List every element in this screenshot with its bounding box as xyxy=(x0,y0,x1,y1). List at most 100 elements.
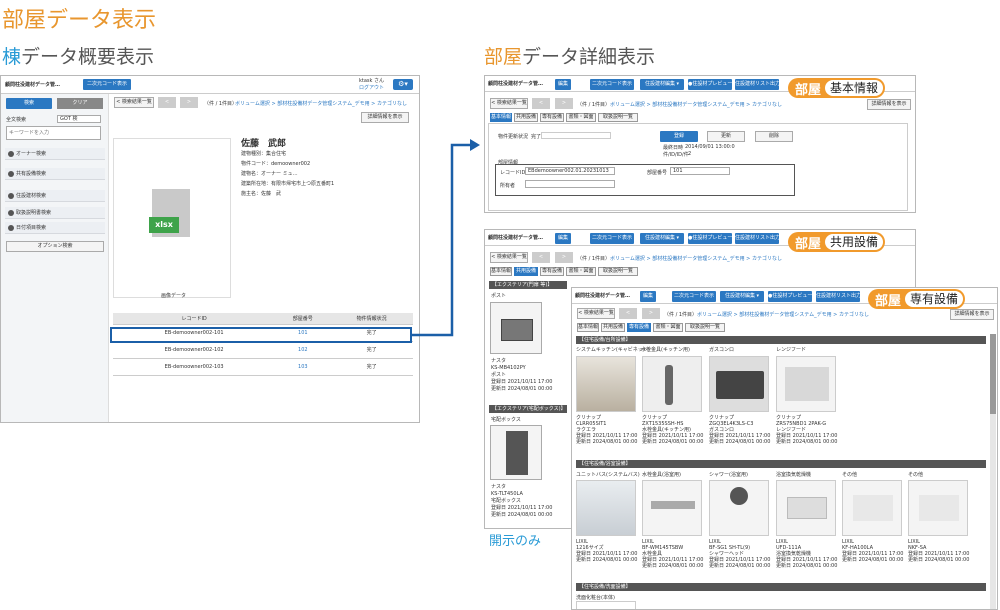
edit-button[interactable]: 編集 xyxy=(640,291,656,302)
back-to-list-button[interactable]: < 検索結果一覧 xyxy=(577,308,615,319)
table-row[interactable]: EB-demoowner002-102 102 完了 xyxy=(113,341,413,359)
detail-info-button[interactable]: 詳細情報を表示 xyxy=(361,112,409,123)
next-button[interactable]: > xyxy=(555,98,573,109)
delete-button[interactable]: 削除 xyxy=(755,131,793,142)
building-prefix: 棟 xyxy=(2,46,22,68)
sidebar-item-building-material[interactable]: 住設建材検索 xyxy=(5,190,105,202)
material-preview-button[interactable]: ●住設材プレビュー xyxy=(688,79,732,90)
tab-documents[interactable]: 書類・図面 xyxy=(653,323,683,332)
unit-bath-image[interactable] xyxy=(576,480,636,536)
qr-code-button[interactable]: 二次元コード表示 xyxy=(83,79,131,90)
edit-button[interactable]: 編集 xyxy=(555,79,571,90)
material-list-export-button[interactable]: 住設建材リスト出力 xyxy=(735,233,780,244)
breadcrumb[interactable]: ボリューム選択 > 部材柱設備材データ管理システム_デモ用 > カテゴリなし xyxy=(697,311,869,318)
scrollbar[interactable] xyxy=(990,334,996,609)
qr-code-button[interactable]: 二次元コード表示 xyxy=(590,233,634,244)
next-button[interactable]: > xyxy=(642,308,660,319)
sidebar-item-shared-equipment[interactable]: 共有設備検索 xyxy=(5,168,105,180)
detail-info-button[interactable]: 詳細情報を表示 xyxy=(950,309,994,320)
search-button[interactable]: 検索 xyxy=(6,98,52,109)
tab-shared-equipment[interactable]: 共用設備 xyxy=(514,113,538,122)
material-edit-button[interactable]: 住設建材編集 ▾ xyxy=(640,79,684,90)
room-number-field[interactable]: 101 xyxy=(670,167,730,175)
logout-link[interactable]: ログアウト xyxy=(359,84,384,91)
sidebar-item-owner-search[interactable]: オーナー検索 xyxy=(5,148,105,160)
prev-button[interactable]: < xyxy=(532,98,550,109)
sidebar-item-date[interactable]: 日付項目検索 xyxy=(5,222,105,234)
tab-private-equipment[interactable]: 専有設備 xyxy=(540,267,564,276)
delivery-box-image[interactable] xyxy=(490,425,542,480)
status: 完了 xyxy=(330,341,413,359)
breadcrumb[interactable]: ボリューム選択 > 部材柱設備材データ管理システム_デモ用 > カテゴリなし xyxy=(610,255,782,262)
sidebar-item-label: 共有設備検索 xyxy=(16,171,47,177)
record-id-field[interactable]: EBdemoowner002.01.20231013 xyxy=(525,167,615,175)
update-button[interactable]: 更新 xyxy=(707,131,745,142)
faucet-icon xyxy=(651,501,695,509)
prev-button[interactable]: < xyxy=(158,97,176,108)
tab-manuals[interactable]: 取扱説明一覧 xyxy=(598,113,638,122)
clear-button[interactable]: クリア xyxy=(57,98,103,109)
tab-manuals[interactable]: 取扱説明一覧 xyxy=(598,267,638,276)
tab-basic-info[interactable]: 基本情報 xyxy=(577,323,599,332)
bath-faucet-image[interactable] xyxy=(642,480,702,536)
breadcrumb[interactable]: ボリューム選択 > 部材柱設備材データ管理システム_デモ用 > カテゴリなし xyxy=(610,101,782,108)
gear-icon[interactable]: ⚙▾ xyxy=(393,79,413,90)
next-button[interactable]: > xyxy=(180,97,198,108)
other-image[interactable] xyxy=(842,480,902,536)
tab-private-equipment[interactable]: 専有設備 xyxy=(540,113,564,122)
material-list-export-button[interactable]: 住設建材リスト出力 xyxy=(816,291,861,302)
tab-documents[interactable]: 書類・図面 xyxy=(566,113,596,122)
mailbox-image[interactable] xyxy=(490,302,542,354)
detail-info-button[interactable]: 詳細情報を表示 xyxy=(867,99,911,110)
owner-label: 所有者 xyxy=(500,183,516,189)
keyword-input[interactable] xyxy=(6,126,101,140)
sidebar-item-manual[interactable]: 取扱説明書検索 xyxy=(5,207,105,219)
item-caption: ナスタ KS-TLT450LA 宅配ボックス 登録日 2021/10/11 17:00… xyxy=(491,484,553,518)
kitchen-col-label: ガスコンロ xyxy=(709,347,735,353)
kitchen-col-label: システムキッチン(キャビネット) xyxy=(576,347,650,353)
plus-icon xyxy=(8,151,14,157)
tab-shared-equipment[interactable]: 共用設備 xyxy=(514,267,538,276)
kitchen-image[interactable] xyxy=(576,356,636,412)
status-field[interactable] xyxy=(541,132,611,139)
tab-private-equipment[interactable]: 専有設備 xyxy=(627,323,651,332)
bath-dryer-image[interactable] xyxy=(776,480,836,536)
tab-basic-info[interactable]: 基本情報 xyxy=(490,267,512,276)
sidebar-item-label: オーナー検索 xyxy=(16,151,47,157)
shower-image[interactable] xyxy=(709,480,769,536)
wash-image[interactable] xyxy=(576,601,636,609)
room-number-link[interactable]: 103 xyxy=(275,358,331,376)
room-number-link[interactable]: 102 xyxy=(275,341,331,359)
tab-documents[interactable]: 書類・図面 xyxy=(566,267,596,276)
owner-field[interactable] xyxy=(525,180,615,188)
material-edit-button[interactable]: 住設建材編集 ▾ xyxy=(640,233,684,244)
search-target-select[interactable]: GOT 検 xyxy=(57,115,101,123)
edit-button[interactable]: 編集 xyxy=(555,233,571,244)
material-edit-button[interactable]: 住設建材編集 ▾ xyxy=(720,291,764,302)
prev-button[interactable]: < xyxy=(532,252,550,263)
other-image[interactable] xyxy=(908,480,968,536)
back-to-list-button[interactable]: < 検索結果一覧 xyxy=(490,98,528,109)
faucet-icon xyxy=(665,365,673,405)
option-search-button[interactable]: オプション検索 xyxy=(6,241,104,252)
gas-stove-image[interactable] xyxy=(709,356,769,412)
faucet-image[interactable] xyxy=(642,356,702,412)
qr-code-button[interactable]: 二次元コード表示 xyxy=(590,79,634,90)
building-title-rest: データ概要表示 xyxy=(21,46,155,68)
back-to-list-button[interactable]: < 検索結果一覧 xyxy=(490,252,528,263)
back-to-list-button[interactable]: < 検索結果一覧 xyxy=(114,97,154,108)
material-preview-button[interactable]: ●住設材プレビュー xyxy=(688,233,732,244)
qr-code-button[interactable]: 二次元コード表示 xyxy=(672,291,716,302)
tab-manuals[interactable]: 取扱説明一覧 xyxy=(685,323,725,332)
tab-shared-equipment[interactable]: 共用設備 xyxy=(601,323,625,332)
room-table: レコードID 部屋番号 物件情報状況 EB-demoowner002-101 1… xyxy=(113,313,413,376)
table-row[interactable]: EB-demoowner002-103 103 完了 xyxy=(113,358,413,376)
material-list-export-button[interactable]: 住設建材リスト出力 xyxy=(735,79,780,90)
prev-button[interactable]: < xyxy=(619,308,637,319)
register-button[interactable]: 登録 xyxy=(660,131,698,142)
breadcrumb[interactable]: ボリューム選択 > 部材柱設備材データ管理システム_デモ用 > カテゴリなし xyxy=(235,100,407,107)
material-preview-button[interactable]: ●住設材プレビュー xyxy=(768,291,812,302)
range-hood-image[interactable] xyxy=(776,356,836,412)
tab-basic-info[interactable]: 基本情報 xyxy=(490,113,512,122)
next-button[interactable]: > xyxy=(555,252,573,263)
